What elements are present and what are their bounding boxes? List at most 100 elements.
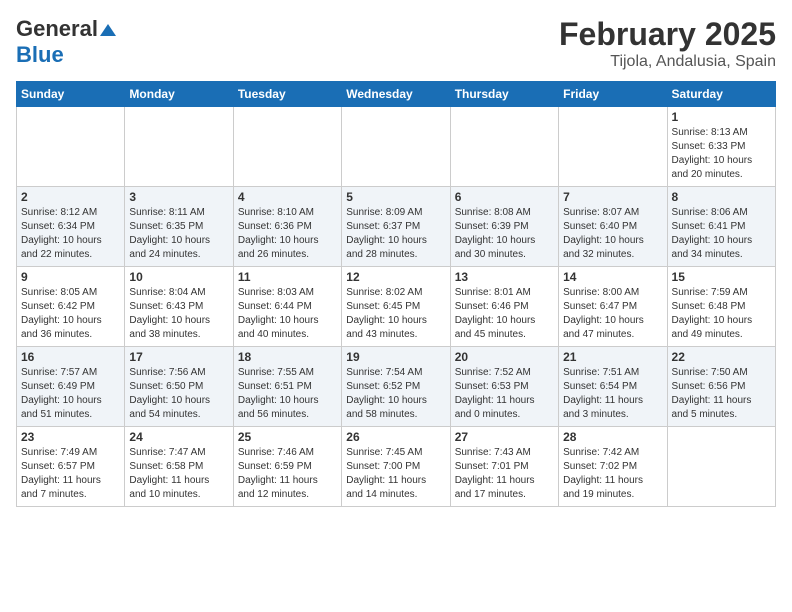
table-row: 3 Sunrise: 8:11 AM Sunset: 6:35 PM Daylig… [125, 187, 233, 267]
day-number: 16 [21, 350, 120, 364]
table-row: 23 Sunrise: 7:49 AM Sunset: 6:57 PM Dayli… [17, 427, 125, 507]
day-info: Sunrise: 8:05 AM Sunset: 6:42 PM Dayligh… [21, 286, 120, 342]
calendar-week-5: 23 Sunrise: 7:49 AM Sunset: 6:57 PM Dayli… [17, 427, 776, 507]
day-info: Sunrise: 7:42 AM Sunset: 7:02 PM Dayligh… [563, 446, 662, 502]
table-row [125, 107, 233, 187]
day-number: 11 [238, 270, 337, 284]
header-saturday: Saturday [667, 82, 775, 107]
header-monday: Monday [125, 82, 233, 107]
table-row: 11 Sunrise: 8:03 AM Sunset: 6:44 PM Dayli… [233, 267, 341, 347]
day-info: Sunrise: 8:00 AM Sunset: 6:47 PM Dayligh… [563, 286, 662, 342]
page-header: General Blue February 2025 Tijola, Andal… [16, 16, 776, 71]
table-row: 19Sunrise: 7:54 AM Sunset: 6:52 PM Dayli… [342, 347, 450, 427]
table-row: 18 Sunrise: 7:55 AM Sunset: 6:51 PM Dayli… [233, 347, 341, 427]
table-row: 10 Sunrise: 8:04 AM Sunset: 6:43 PM Dayli… [125, 267, 233, 347]
day-info: Sunrise: 7:55 AM Sunset: 6:51 PM Dayligh… [238, 366, 337, 422]
day-info: Sunrise: 7:56 AM Sunset: 6:50 PM Dayligh… [129, 366, 228, 422]
header-wednesday: Wednesday [342, 82, 450, 107]
table-row [559, 107, 667, 187]
logo: General Blue [16, 16, 116, 69]
main-title: February 2025 [559, 16, 776, 53]
day-info: Sunrise: 7:51 AM Sunset: 6:54 PM Dayligh… [563, 366, 662, 422]
day-number: 12 [346, 270, 445, 284]
table-row: 21Sunrise: 7:51 AM Sunset: 6:54 PM Dayli… [559, 347, 667, 427]
day-info: Sunrise: 8:03 AM Sunset: 6:44 PM Dayligh… [238, 286, 337, 342]
header-sunday: Sunday [17, 82, 125, 107]
table-row: 6 Sunrise: 8:08 AM Sunset: 6:39 PM Daylig… [450, 187, 558, 267]
table-row: 12Sunrise: 8:02 AM Sunset: 6:45 PM Dayli… [342, 267, 450, 347]
table-row [450, 107, 558, 187]
calendar-header-row: Sunday Monday Tuesday Wednesday Thursday… [17, 82, 776, 107]
table-row: 26 Sunrise: 7:45 AM Sunset: 7:00 PM Dayli… [342, 427, 450, 507]
day-number: 25 [238, 430, 337, 444]
day-number: 8 [672, 190, 771, 204]
table-row [233, 107, 341, 187]
table-row: 5 Sunrise: 8:09 AM Sunset: 6:37 PM Daylig… [342, 187, 450, 267]
day-info: Sunrise: 7:54 AM Sunset: 6:52 PM Dayligh… [346, 366, 445, 422]
table-row: 2 Sunrise: 8:12 AM Sunset: 6:34 PM Daylig… [17, 187, 125, 267]
day-info: Sunrise: 7:46 AM Sunset: 6:59 PM Dayligh… [238, 446, 337, 502]
day-number: 15 [672, 270, 771, 284]
day-info: Sunrise: 7:49 AM Sunset: 6:57 PM Dayligh… [21, 446, 120, 502]
day-info: Sunrise: 8:11 AM Sunset: 6:35 PM Dayligh… [129, 206, 228, 262]
day-number: 14 [563, 270, 662, 284]
calendar-week-2: 2 Sunrise: 8:12 AM Sunset: 6:34 PM Daylig… [17, 187, 776, 267]
table-row: 24 Sunrise: 7:47 AM Sunset: 6:58 PM Dayli… [125, 427, 233, 507]
table-row: 16Sunrise: 7:57 AM Sunset: 6:49 PM Dayli… [17, 347, 125, 427]
day-info: Sunrise: 8:08 AM Sunset: 6:39 PM Dayligh… [455, 206, 554, 262]
table-row [667, 427, 775, 507]
table-row: 1Sunrise: 8:13 AM Sunset: 6:33 PM Daylig… [667, 107, 775, 187]
day-number: 5 [346, 190, 445, 204]
calendar-week-4: 16Sunrise: 7:57 AM Sunset: 6:49 PM Dayli… [17, 347, 776, 427]
table-row [17, 107, 125, 187]
day-number: 18 [238, 350, 337, 364]
table-row: 9 Sunrise: 8:05 AM Sunset: 6:42 PM Daylig… [17, 267, 125, 347]
header-tuesday: Tuesday [233, 82, 341, 107]
day-number: 6 [455, 190, 554, 204]
header-friday: Friday [559, 82, 667, 107]
table-row: 4 Sunrise: 8:10 AM Sunset: 6:36 PM Daylig… [233, 187, 341, 267]
calendar-week-1: 1Sunrise: 8:13 AM Sunset: 6:33 PM Daylig… [17, 107, 776, 187]
day-info: Sunrise: 7:45 AM Sunset: 7:00 PM Dayligh… [346, 446, 445, 502]
table-row: 28 Sunrise: 7:42 AM Sunset: 7:02 PM Dayli… [559, 427, 667, 507]
day-info: Sunrise: 7:52 AM Sunset: 6:53 PM Dayligh… [455, 366, 554, 422]
sub-title: Tijola, Andalusia, Spain [559, 53, 776, 71]
day-number: 10 [129, 270, 228, 284]
day-info: Sunrise: 7:47 AM Sunset: 6:58 PM Dayligh… [129, 446, 228, 502]
day-info: Sunrise: 7:43 AM Sunset: 7:01 PM Dayligh… [455, 446, 554, 502]
day-number: 9 [21, 270, 120, 284]
day-info: Sunrise: 8:04 AM Sunset: 6:43 PM Dayligh… [129, 286, 228, 342]
day-number: 1 [672, 110, 771, 124]
day-number: 4 [238, 190, 337, 204]
day-number: 20 [455, 350, 554, 364]
day-number: 2 [21, 190, 120, 204]
day-number: 24 [129, 430, 228, 444]
day-number: 3 [129, 190, 228, 204]
day-info: Sunrise: 8:09 AM Sunset: 6:37 PM Dayligh… [346, 206, 445, 262]
table-row: 20 Sunrise: 7:52 AM Sunset: 6:53 PM Dayli… [450, 347, 558, 427]
logo-line1: General [16, 16, 116, 42]
day-number: 7 [563, 190, 662, 204]
day-number: 13 [455, 270, 554, 284]
day-info: Sunrise: 8:01 AM Sunset: 6:46 PM Dayligh… [455, 286, 554, 342]
day-number: 26 [346, 430, 445, 444]
title-area: February 2025 Tijola, Andalusia, Spain [559, 16, 776, 71]
day-info: Sunrise: 8:07 AM Sunset: 6:40 PM Dayligh… [563, 206, 662, 262]
table-row: 8 Sunrise: 8:06 AM Sunset: 6:41 PM Daylig… [667, 187, 775, 267]
day-number: 22 [672, 350, 771, 364]
calendar-week-3: 9 Sunrise: 8:05 AM Sunset: 6:42 PM Daylig… [17, 267, 776, 347]
table-row: 22Sunrise: 7:50 AM Sunset: 6:56 PM Dayli… [667, 347, 775, 427]
day-info: Sunrise: 8:12 AM Sunset: 6:34 PM Dayligh… [21, 206, 120, 262]
day-number: 27 [455, 430, 554, 444]
calendar-table: Sunday Monday Tuesday Wednesday Thursday… [16, 81, 776, 507]
table-row: 17Sunrise: 7:56 AM Sunset: 6:50 PM Dayli… [125, 347, 233, 427]
table-row: 15Sunrise: 7:59 AM Sunset: 6:48 PM Dayli… [667, 267, 775, 347]
table-row: 25 Sunrise: 7:46 AM Sunset: 6:59 PM Dayli… [233, 427, 341, 507]
logo-line2: Blue [16, 42, 64, 68]
table-row [342, 107, 450, 187]
day-number: 23 [21, 430, 120, 444]
day-info: Sunrise: 8:10 AM Sunset: 6:36 PM Dayligh… [238, 206, 337, 262]
day-info: Sunrise: 8:06 AM Sunset: 6:41 PM Dayligh… [672, 206, 771, 262]
day-number: 28 [563, 430, 662, 444]
table-row: 14 Sunrise: 8:00 AM Sunset: 6:47 PM Dayli… [559, 267, 667, 347]
